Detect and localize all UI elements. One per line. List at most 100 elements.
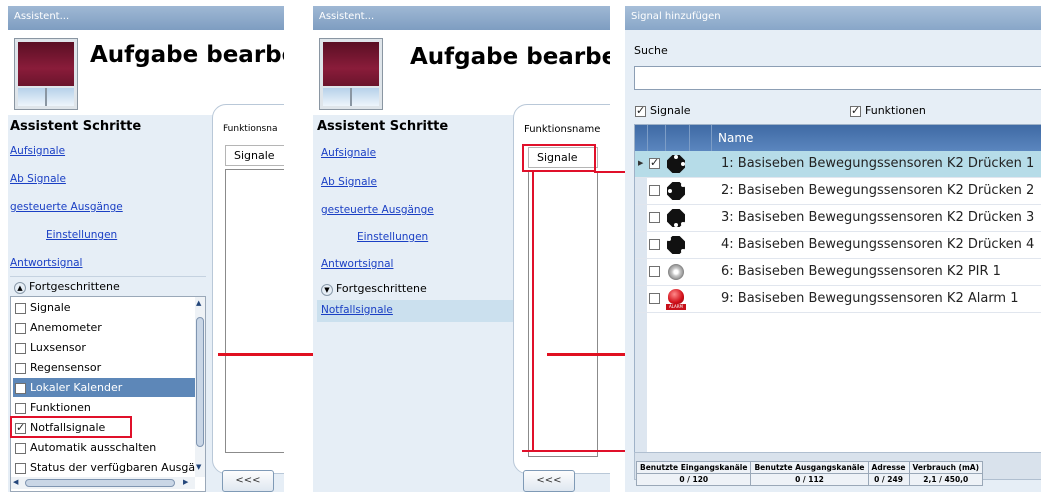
roller-blind-icon [14,38,78,110]
row-indicator-icon: ▶ [638,159,644,167]
row-name: 1: Basiseben Bewegungssensoren K2 Drücke… [721,156,1035,171]
pir-sensor-icon [665,262,687,283]
back-button[interactable]: <<< [222,470,274,492]
value-output-channels: 0 / 112 [750,473,869,486]
table-row[interactable]: ▶ 1: Basiseben Bewegungssensoren K2 Drüc… [635,151,1041,178]
steps-title: Assistent Schritte [317,119,449,134]
header-1: Aufgabe bearbei [8,30,284,115]
advanced-label: Fortgeschrittene [336,282,427,295]
row-checkbox[interactable] [649,156,660,169]
signal-list-box [225,169,284,453]
table-row[interactable]: 4: Basiseben Bewegungssensoren K2 Drücke… [635,232,1041,259]
value-input-channels: 0 / 120 [635,473,752,486]
wizard-window-2: Assistent... Aufgabe bearbeite Assistent… [313,6,610,492]
highlight-box-tab [522,144,596,172]
checkbox[interactable] [15,382,26,394]
checkbox[interactable] [15,342,26,354]
scroll-down-icon[interactable]: ▼ [196,463,201,471]
checkbox[interactable] [15,402,26,414]
signal-list-box [528,171,598,457]
advanced-list: Signale Anemometer Luxsensor Regensensor… [10,296,206,492]
header-address: Adresse [867,461,910,474]
step-notfallsignale-active[interactable]: Notfallsignale [317,300,513,322]
step-link-ab-signale[interactable]: Ab Signale [10,173,66,185]
search-input[interactable] [634,66,1041,90]
usage-table: Benutzte Eingangskanäle Benutzte Ausgang… [635,461,984,486]
back-button[interactable]: <<< [523,470,575,492]
signal-add-window: Signal hinzufügen Suche Signale Funktion… [625,6,1041,492]
list-item[interactable]: Signale [13,298,199,317]
step-link-antwortsignal[interactable]: Antwortsignal [10,257,82,269]
list-item[interactable]: Automatik ausschalten [13,438,199,457]
grid-header: Name [635,125,1041,151]
roller-blind-icon [319,38,383,110]
table-row[interactable]: ALARM 9: Basiseben Bewegungssensoren K2 … [635,286,1041,313]
window-title-1: Assistent... [8,6,284,30]
table-row[interactable]: 2: Basiseben Bewegungssensoren K2 Drücke… [635,178,1041,205]
checkbox[interactable] [15,442,26,454]
tab-signale[interactable]: Signale [225,145,284,166]
scroll-thumb-h[interactable] [25,479,175,487]
checkbox[interactable] [15,462,26,474]
table-row[interactable]: 6: Basiseben Bewegungssensoren K2 PIR 1 [635,259,1041,286]
row-name: 4: Basiseben Bewegungssensoren K2 Drücke… [721,237,1035,252]
scroll-right-icon[interactable]: ▶ [183,478,188,486]
checkbox[interactable] [15,362,26,374]
step-link-aufsignale[interactable]: Aufsignale [321,147,376,159]
step-link-ab-signale[interactable]: Ab Signale [321,176,377,188]
advanced-label: Fortgeschrittene [29,280,120,293]
list-item[interactable]: Status der verfügbaren Ausgä [13,458,199,477]
chevron-down-icon: ▼ [321,284,333,296]
checkbox-checked[interactable] [635,104,646,117]
step-link-antwortsignal[interactable]: Antwortsignal [321,258,393,270]
step-link-einstellungen[interactable]: Einstellungen [46,229,117,241]
column-name[interactable]: Name [718,131,753,145]
row-checkbox[interactable] [649,212,660,223]
vertical-scrollbar[interactable]: ▲ ▼ [195,297,205,477]
search-label: Suche [634,44,668,57]
function-name-label: Funktionsname [524,124,601,135]
list-item[interactable]: Regensensor [13,358,199,377]
window-title-3: Signal hinzufügen [625,6,1041,30]
filter-functions[interactable]: Funktionen [850,104,926,117]
step-link-aufsignale[interactable]: Aufsignale [10,145,65,157]
highlight-box-notfallsignale [10,416,132,438]
step-link-gesteuerte-ausgaenge[interactable]: gesteuerte Ausgänge [321,204,434,216]
advanced-toggle[interactable]: ▲ Fortgeschrittene [10,276,206,296]
step-link-gesteuerte-ausgaenge[interactable]: gesteuerte Ausgänge [10,201,123,213]
list-item[interactable]: Funktionen [13,398,199,417]
row-checkbox[interactable] [649,293,660,304]
function-name-label: Funktionsna [223,124,278,134]
step-link-einstellungen[interactable]: Einstellungen [357,231,428,243]
checkbox-checked[interactable] [850,104,861,117]
row-checkbox[interactable] [649,266,660,277]
scroll-up-icon[interactable]: ▲ [196,299,201,307]
push-button-icon [665,181,687,202]
alarm-icon: ALARM [665,289,687,310]
step-link-notfallsignale[interactable]: Notfallsignale [321,304,393,316]
list-item[interactable]: Anemometer [13,318,199,337]
row-name: 2: Basiseben Bewegungssensoren K2 Drücke… [721,183,1035,198]
list-item-selected[interactable]: Lokaler Kalender [13,378,199,397]
advanced-toggle[interactable]: ▼ Fortgeschrittene [317,278,513,300]
scroll-left-icon[interactable]: ◀ [13,478,18,486]
checkbox[interactable] [15,302,26,314]
header-2: Aufgabe bearbeite [313,30,610,115]
list-item[interactable]: Luxsensor [13,338,199,357]
table-row[interactable]: 3: Basiseben Bewegungssensoren K2 Drücke… [635,205,1041,232]
header-output-channels: Benutzte Ausgangskanäle [750,461,869,474]
window-title-2: Assistent... [313,6,610,30]
scroll-thumb[interactable] [196,317,204,447]
row-checkbox[interactable] [649,239,660,250]
header-input-channels: Benutzte Eingangskanäle [635,461,752,474]
filter-signals[interactable]: Signale [635,104,691,117]
value-consumption: 2,1 / 450,0 [908,473,984,486]
checkbox[interactable] [15,322,26,334]
push-button-icon [665,154,687,175]
value-address: 0 / 249 [867,473,910,486]
row-checkbox[interactable] [649,185,660,196]
row-name: 3: Basiseben Bewegungssensoren K2 Drücke… [721,210,1035,225]
steps-title: Assistent Schritte [10,119,142,134]
highlight-line-bottom [532,450,630,452]
horizontal-scrollbar[interactable]: ◀ ▶ [11,477,195,489]
